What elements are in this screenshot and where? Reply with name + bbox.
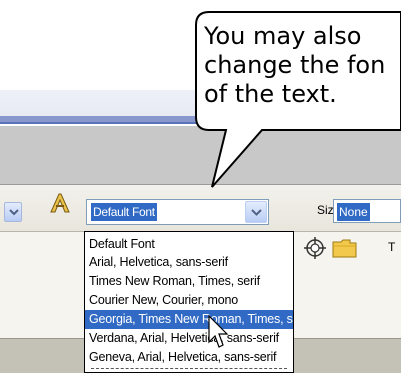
font-select-arrow-button[interactable] (245, 201, 267, 223)
callout-line-1: You may also (204, 22, 362, 50)
anchor-icon[interactable] (303, 236, 327, 260)
size-select[interactable]: None (333, 199, 401, 223)
font-option-courier[interactable]: Courier New, Courier, mono (85, 291, 293, 310)
callout-line-2: change the fon (204, 51, 386, 79)
font-select[interactable]: Default Font (86, 199, 269, 225)
font-option-arial[interactable]: Arial, Helvetica, sans-serif (85, 253, 293, 272)
size-select-value: None (337, 203, 370, 221)
font-option-default[interactable]: Default Font (85, 235, 293, 254)
chevron-down-icon (9, 209, 19, 216)
side-text: T (388, 240, 396, 254)
callout-line-3: of the text. (204, 80, 337, 108)
font-option-georgia[interactable]: Georgia, Times New Roman, Times, serif (85, 310, 293, 329)
font-dropdown-list: Default Font Arial, Helvetica, sans-seri… (84, 231, 294, 373)
chevron-down-icon (251, 209, 262, 216)
dropdown-separator (91, 368, 287, 369)
folder-icon[interactable] (332, 238, 358, 258)
font-select-value: Default Font (91, 203, 157, 221)
callout-text: You may also change the fon of the text. (204, 22, 401, 109)
font-option-verdana[interactable]: Verdana, Arial, Helvetica, sans-serif (85, 329, 293, 348)
mouse-cursor-icon (208, 315, 229, 348)
font-option-times[interactable]: Times New Roman, Times, serif (85, 272, 293, 291)
previous-dropdown-arrow[interactable] (4, 202, 22, 222)
font-option-geneva[interactable]: Geneva, Arial, Helvetica, sans-serif (85, 348, 293, 367)
